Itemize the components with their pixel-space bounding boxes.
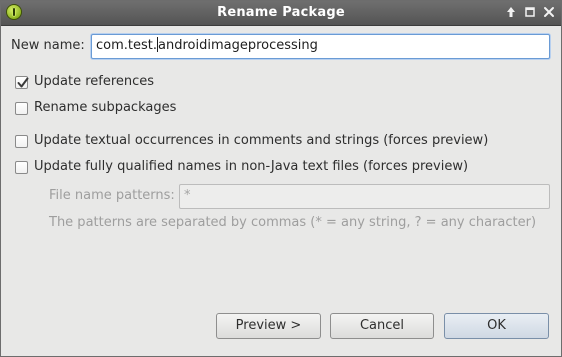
update-qualified-checkbox[interactable]: [15, 161, 28, 174]
file-patterns-label: File name patterns:: [49, 188, 175, 203]
update-textual-option[interactable]: Update textual occurrences in comments a…: [15, 133, 515, 151]
rename-subpackages-checkbox[interactable]: [15, 102, 28, 115]
new-name-value-prefix: com.test.: [96, 38, 157, 53]
file-patterns-input[interactable]: *: [179, 184, 550, 209]
rename-subpackages-label: Rename subpackages: [34, 100, 177, 115]
rename-subpackages-option[interactable]: Rename subpackages: [15, 100, 215, 118]
update-qualified-label: Update fully qualified names in non-Java…: [34, 159, 469, 174]
title-bar[interactable]: Rename Package: [1, 1, 561, 26]
up-arrow-icon[interactable]: [503, 4, 519, 20]
update-references-label: Update references: [34, 74, 155, 89]
new-name-value-suffix: androidimageprocessing: [158, 38, 318, 53]
preview-button[interactable]: Preview >: [216, 313, 321, 339]
window-title: Rename Package: [217, 5, 345, 20]
file-patterns-hint: The patterns are separated by commas (* …: [49, 215, 537, 230]
close-icon[interactable]: [541, 4, 557, 20]
ok-button[interactable]: OK: [444, 313, 549, 339]
cancel-button[interactable]: Cancel: [330, 313, 434, 339]
update-qualified-option[interactable]: Update fully qualified names in non-Java…: [15, 159, 515, 177]
new-name-label: New name:: [11, 38, 85, 53]
update-textual-label: Update textual occurrences in comments a…: [34, 133, 489, 148]
update-references-checkbox[interactable]: [15, 76, 29, 89]
update-textual-checkbox[interactable]: [15, 135, 28, 148]
update-references-option[interactable]: Update references: [15, 74, 215, 92]
checkmark-icon: [17, 77, 29, 88]
maximize-icon[interactable]: [522, 4, 538, 20]
rename-package-dialog: Rename Package New name: com.test.androi…: [0, 0, 562, 357]
new-name-input[interactable]: com.test.androidimageprocessing: [91, 34, 550, 59]
